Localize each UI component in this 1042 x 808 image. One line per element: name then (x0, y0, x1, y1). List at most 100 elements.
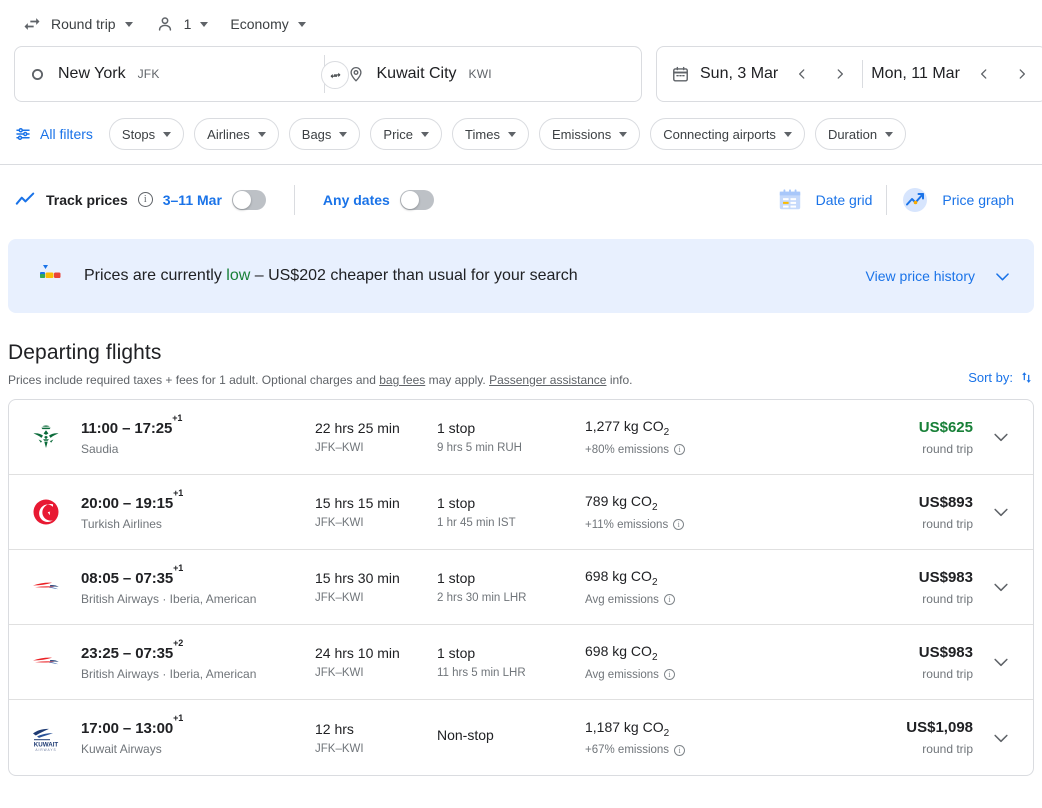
expand-flight-button[interactable] (983, 427, 1019, 447)
price-type: round trip (922, 441, 973, 456)
table-row[interactable]: 08:05 – 07:35+1 British Airways · Iberia… (9, 550, 1033, 625)
filter-chip-times[interactable]: Times (452, 118, 529, 150)
flight-duration: 12 hrs (315, 720, 354, 737)
flight-times: 17:00 – 13:00+1 (81, 713, 315, 737)
departing-flights-section: Departing flights Prices include require… (0, 313, 1042, 387)
day-offset: +1 (173, 487, 184, 498)
table-row[interactable]: 11:00 – 17:25+1 Saudia 22 hrs 25 min JFK… (9, 400, 1033, 475)
banner-text-after: – US$202 cheaper than usual for your sea… (250, 267, 578, 284)
chevron-left-icon (980, 69, 987, 79)
disclaimer-part-1: Prices include required taxes + fees for… (8, 373, 380, 387)
info-icon[interactable]: i (673, 519, 685, 531)
filter-chip-connecting-airports[interactable]: Connecting airports (650, 118, 805, 150)
expand-flight-button[interactable] (983, 502, 1019, 522)
trip-type-selector[interactable]: Round trip (14, 8, 141, 40)
swap-horizontal-icon (22, 14, 42, 34)
flight-times-text: 23:25 – 07:35 (81, 644, 174, 662)
origin-input[interactable]: New York JFK (15, 47, 324, 101)
emissions-value: 698 kg CO2 (585, 643, 760, 663)
flight-times-cell: 23:25 – 07:35+2 British Airways · Iberia… (65, 638, 315, 681)
bag-fees-link[interactable]: bag fees (379, 373, 425, 387)
chevron-left-icon (799, 69, 805, 79)
return-date[interactable]: Mon, 11 Mar (871, 65, 960, 83)
flight-times-cell: 11:00 – 17:25+1 Saudia (65, 413, 315, 456)
all-filters-label: All filters (40, 126, 93, 142)
return-prev-day-button[interactable] (970, 60, 998, 88)
stops-cell: 1 stop 2 hrs 30 min LHR (437, 570, 585, 604)
chevron-right-icon (1019, 69, 1025, 79)
filter-bar: All filters Stops Airlines Bags Price Ti… (0, 102, 1042, 164)
depart-date[interactable]: Sun, 3 Mar (700, 65, 778, 83)
filter-chip-label: Connecting airports (663, 126, 776, 142)
return-next-day-button[interactable] (1008, 60, 1036, 88)
flight-price: US$983 (918, 568, 973, 586)
filter-chip-duration[interactable]: Duration (814, 118, 907, 150)
passenger-assistance-link[interactable]: Passenger assistance (489, 373, 606, 387)
flight-times-text: 08:05 – 07:35 (81, 569, 174, 587)
day-offset: +2 (173, 637, 184, 648)
price-cell: US$983 round trip (919, 644, 983, 681)
chevron-down-icon (994, 583, 1008, 592)
filter-chip-stops[interactable]: Stops (108, 118, 185, 150)
british-airways-logo (27, 571, 65, 603)
chevron-down-icon (124, 21, 133, 27)
info-icon[interactable]: i (674, 744, 686, 756)
track-date-range-toggle[interactable] (231, 189, 266, 210)
flight-price: US$983 (918, 643, 973, 661)
filter-chip-label: Stops (121, 126, 156, 142)
price-cell: US$893 round trip (919, 494, 983, 531)
co2-subscript: 2 (651, 576, 658, 588)
table-row[interactable]: 23:25 – 07:35+2 British Airways · Iberia… (9, 625, 1033, 700)
duration-cell: 22 hrs 25 min JFK–KWI (315, 420, 437, 454)
saudia-logo (27, 421, 65, 453)
trip-options-bar: Round trip 1 Economy (0, 0, 1042, 46)
price-graph-button[interactable]: Price graph (887, 186, 1028, 214)
depart-prev-day-button[interactable] (788, 60, 816, 88)
cabin-class-selector[interactable]: Economy (222, 8, 313, 40)
day-offset: +1 (172, 412, 183, 423)
chevron-down-icon (507, 131, 516, 137)
info-icon[interactable]: i (674, 444, 686, 456)
info-icon[interactable]: i (663, 669, 675, 681)
duration-cell: 12 hrs JFK–KWI (315, 721, 437, 755)
filter-chip-airlines[interactable]: Airlines (194, 118, 279, 150)
swap-locations-button[interactable] (321, 61, 349, 89)
info-icon[interactable]: i (663, 594, 675, 606)
depart-next-day-button[interactable] (826, 60, 854, 88)
destination-input[interactable]: Kuwait City KWI (325, 47, 642, 101)
view-price-history-button[interactable]: View price history (866, 267, 1012, 286)
price-insight-text: Prices are currently low – US$202 cheape… (84, 267, 578, 285)
table-row[interactable]: KUWAIT AIRWAYS 17:00 – 13:00+1 Kuwait Ai… (9, 700, 1033, 775)
chevron-down-icon (200, 21, 209, 27)
filter-chip-emissions[interactable]: Emissions (538, 118, 641, 150)
chevron-down-icon (993, 267, 1012, 286)
stop-detail: 2 hrs 30 min LHR (437, 592, 527, 604)
expand-flight-button[interactable] (983, 577, 1019, 597)
any-dates-toggle[interactable] (399, 189, 434, 210)
filter-chip-price[interactable]: Price (370, 118, 443, 150)
table-row[interactable]: 20:00 – 19:15+1 Turkish Airlines 15 hrs … (9, 475, 1033, 550)
depart-date-segment: Sun, 3 Mar (671, 60, 854, 88)
airline-name: British Airways · Iberia, American (81, 591, 257, 606)
filter-chip-label: Duration (827, 126, 878, 142)
emissions-detail-row: +11% emissions i (585, 519, 760, 531)
date-divider (862, 60, 864, 88)
passengers-selector[interactable]: 1 (147, 8, 217, 40)
expand-flight-button[interactable] (983, 652, 1019, 672)
price-type: round trip (922, 742, 973, 756)
all-filters-button[interactable]: All filters (14, 125, 99, 143)
filter-chip-label: Times (465, 126, 500, 142)
search-row: New York JFK Kuwait City KWI Sun, 3 Mar … (0, 46, 1042, 102)
chevron-right-icon (837, 69, 844, 79)
price-insight-banner: Prices are currently low – US$202 cheape… (8, 239, 1034, 313)
return-date-segment: Mon, 11 Mar (871, 60, 1036, 88)
emissions-cell: 698 kg CO2 Avg emissions i (585, 643, 760, 681)
emissions-cell: 698 kg CO2 Avg emissions i (585, 568, 760, 606)
filter-chip-bags[interactable]: Bags (288, 118, 361, 150)
flight-times-cell: 17:00 – 13:00+1 Kuwait Airways (65, 713, 315, 756)
info-icon[interactable]: i (137, 192, 153, 207)
airline-name: British Airways · Iberia, American (81, 666, 257, 681)
expand-flight-button[interactable] (983, 728, 1019, 748)
sort-by-button[interactable]: Sort by: (968, 370, 1034, 387)
date-grid-button[interactable]: Date grid (763, 187, 887, 213)
